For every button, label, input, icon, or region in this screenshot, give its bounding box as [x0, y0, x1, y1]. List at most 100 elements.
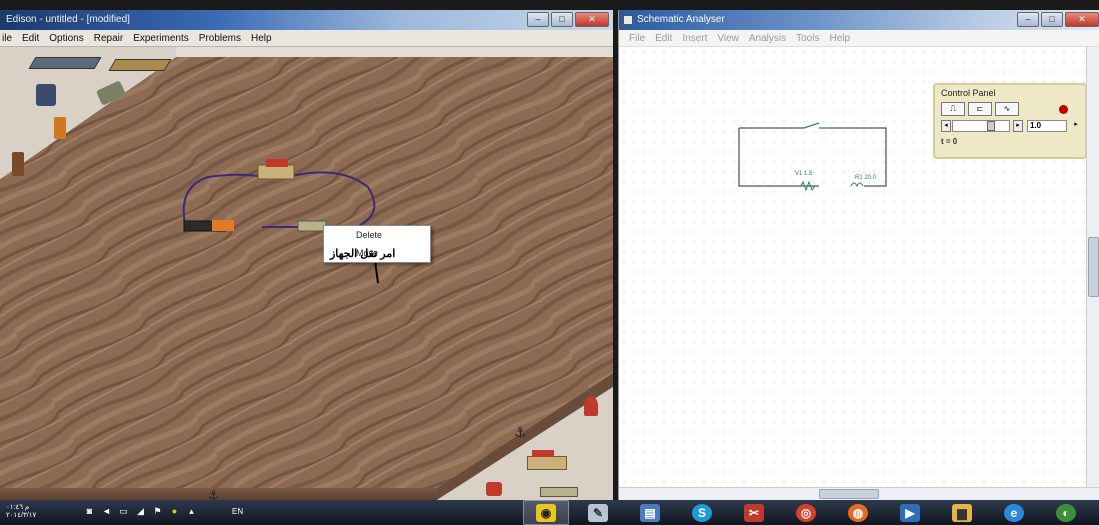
edison-window-controls: – □ ✕ [527, 12, 609, 27]
schematic-canvas[interactable]: V1 1.5 R1 20.0 Control Panel ⎍ ⊏ ∿ ◂ ▸ 1… [619, 47, 1087, 487]
menu-problems[interactable]: Problems [199, 33, 241, 44]
menu-edit[interactable]: Edit [22, 33, 39, 44]
step-left-icon[interactable]: ◂ [941, 120, 951, 132]
part-multimeter[interactable] [36, 84, 56, 106]
step-right-icon[interactable]: ▸ [1013, 120, 1023, 132]
voltage-mode-button[interactable]: ⎍ [941, 102, 965, 116]
schematic-window-title: Schematic Analyser [637, 14, 725, 25]
maximize-button[interactable]: □ [551, 12, 573, 27]
close-button[interactable]: ✕ [575, 12, 609, 27]
chrome-tray-icon[interactable]: ● [169, 506, 180, 517]
part-relay[interactable] [486, 482, 502, 496]
part-resistor-rack[interactable] [108, 59, 172, 71]
vertical-scrollbar[interactable] [1086, 47, 1099, 487]
system-tray: ◙ ◄ ▭ ◢ ⚑ ● ▴ [84, 506, 197, 517]
battery-component[interactable] [183, 220, 234, 232]
schematic-titlebar[interactable]: Schematic Analyser – □ ✕ [619, 10, 1099, 30]
horizontal-scrollbar[interactable] [619, 487, 1099, 500]
minimize-button[interactable]: – [527, 12, 549, 27]
menu-file[interactable]: File [629, 33, 645, 44]
language-indicator[interactable]: EN [232, 507, 243, 516]
taskbar-app-folder[interactable]: ▆ [939, 500, 985, 525]
taskbar-apps: ◉ ✎ ▤ S ✂ ◎ ◍ ▶ ▆ e ◐ [523, 500, 1089, 525]
skype-icon: S [692, 503, 712, 522]
ie-icon: e [1004, 503, 1024, 522]
part-switch-spare[interactable] [527, 456, 567, 470]
horizontal-scroll-thumb[interactable] [819, 489, 879, 499]
time-readout: t = 0 [941, 137, 958, 146]
edison-window: Edison - untitled - [modified] – □ ✕ ile… [0, 10, 613, 500]
value-input[interactable]: 1.0 [1027, 120, 1067, 132]
source-label: V1 1.5 [795, 171, 813, 177]
menu-experiments[interactable]: Experiments [133, 33, 189, 44]
taskbar: م ٠١:٤٦ ٢٠١٤/٣/١٧ ◙ ◄ ▭ ◢ ⚑ ● ▴ EN ◉ ✎ ▤… [0, 500, 1099, 525]
schematic-window: Schematic Analyser – □ ✕ File Edit Inser… [618, 10, 1099, 500]
signal-icon[interactable]: ◢ [135, 506, 146, 517]
flag-icon[interactable]: ⚑ [152, 506, 163, 517]
menu-options[interactable]: Options [49, 33, 83, 44]
menu-analysis[interactable]: Analysis [749, 33, 786, 44]
arrow-icon[interactable]: ▴ [186, 506, 197, 517]
record-icon[interactable] [1059, 105, 1068, 114]
menu-tools[interactable]: Tools [796, 33, 819, 44]
volume-icon[interactable]: ◄ [101, 506, 112, 517]
minimize-button[interactable]: – [1017, 12, 1039, 27]
edison-menubar: ile Edit Options Repair Experiments Prob… [0, 30, 613, 47]
taskbar-app-chrome[interactable]: ◎ [783, 500, 829, 525]
taskbar-app-scissors[interactable]: ✂ [731, 500, 777, 525]
taskbar-app-globe[interactable]: ◐ [1043, 500, 1089, 525]
anchor-icon[interactable]: ⚓ [514, 425, 527, 441]
anchor-icon-bottom[interactable]: ⚓ [208, 488, 219, 500]
part-resistor-spare[interactable] [540, 487, 578, 497]
globe-icon: ◐ [1056, 503, 1076, 522]
menu-file[interactable]: ile [2, 33, 12, 44]
workbench-board: ⚓ ⚓ [0, 47, 613, 500]
lock-icon[interactable]: ◙ [84, 506, 95, 517]
table-top [0, 57, 613, 488]
taskbar-clock[interactable]: م ٠١:٤٦ ٢٠١٤/٣/١٧ [6, 504, 36, 520]
current-mode-button[interactable]: ⊏ [968, 102, 992, 116]
edison-titlebar[interactable]: Edison - untitled - [modified] – □ ✕ [0, 10, 613, 30]
spin-icon[interactable]: ▸ [1071, 120, 1081, 132]
taskbar-app-firefox[interactable]: ◍ [835, 500, 881, 525]
slider-knob[interactable] [987, 121, 995, 131]
taskbar-app-media[interactable]: ◉ [523, 500, 569, 525]
annotation-label: امر نقل الجهاز [330, 248, 396, 260]
schematic-resistor[interactable] [850, 182, 864, 188]
part-breadboard[interactable] [28, 57, 102, 69]
resistor-label: R1 20.0 [855, 175, 877, 181]
part-fuse[interactable] [54, 117, 66, 139]
taskbar-app-video[interactable]: ▶ [887, 500, 933, 525]
taskbar-app-notepad[interactable]: ▤ [627, 500, 673, 525]
close-button[interactable]: ✕ [1065, 12, 1099, 27]
firefox-icon: ◍ [848, 503, 868, 522]
workbench-stage[interactable]: ⚓ ⚓ Delete Move امر نقل الجهاز [0, 47, 613, 500]
vertical-scroll-thumb[interactable] [1088, 237, 1099, 297]
waveform-button[interactable]: ∿ [995, 102, 1019, 116]
menu-insert[interactable]: Insert [682, 33, 707, 44]
menu-repair[interactable]: Repair [94, 33, 123, 44]
schematic-menubar: File Edit Insert View Analysis Tools Hel… [619, 30, 1099, 47]
maximize-button[interactable]: □ [1041, 12, 1063, 27]
chrome-icon: ◎ [796, 503, 816, 522]
value-slider[interactable] [952, 120, 1010, 132]
taskbar-app-paint[interactable]: ✎ [575, 500, 621, 525]
video-icon: ▶ [900, 503, 920, 522]
taskbar-app-skype[interactable]: S [679, 500, 725, 525]
menu-edit[interactable]: Edit [655, 33, 672, 44]
media-icon: ◉ [536, 503, 556, 522]
part-capacitor[interactable] [12, 152, 24, 176]
notepad-icon: ▤ [640, 503, 660, 522]
paint-icon: ✎ [588, 503, 608, 522]
context-menu-delete[interactable]: Delete [356, 230, 382, 240]
taskbar-app-ie[interactable]: e [991, 500, 1037, 525]
network-icon[interactable]: ▭ [118, 506, 129, 517]
part-buzzer[interactable] [584, 396, 598, 416]
control-panel: Control Panel ⎍ ⊏ ∿ ◂ ▸ 1.0 ▸ t = 0 [933, 83, 1087, 159]
menu-view[interactable]: View [717, 33, 739, 44]
menu-help[interactable]: Help [829, 33, 850, 44]
schematic-switch[interactable] [803, 122, 820, 129]
folder-icon: ▆ [952, 503, 972, 522]
menu-help[interactable]: Help [251, 33, 272, 44]
resistor-component[interactable] [297, 220, 327, 232]
